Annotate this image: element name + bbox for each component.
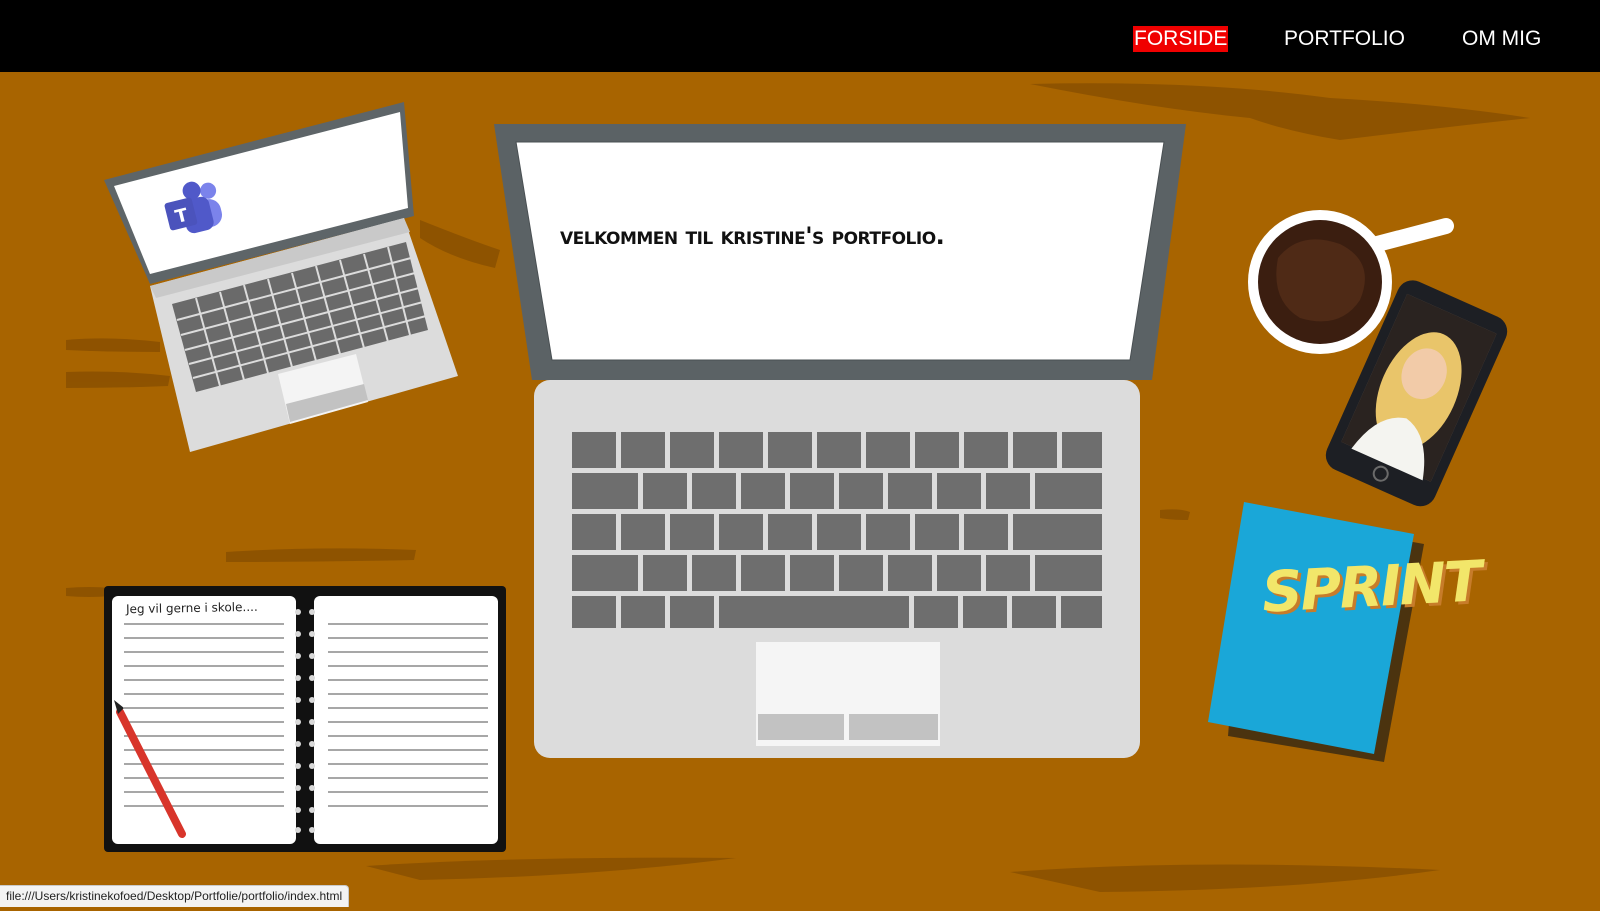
notebook xyxy=(104,586,506,852)
keyboard xyxy=(572,432,1102,628)
welcome-heading: Velkommen til Kristine's portfolio. xyxy=(560,222,945,250)
top-navigation: FORSIDE PORTFOLIO OM MIG xyxy=(0,0,1600,72)
nav-om-mig[interactable]: OM MIG xyxy=(1462,26,1541,52)
small-laptop xyxy=(104,102,458,452)
notebook-handwriting: Jeg vil gerne i skole.... xyxy=(125,599,258,617)
nav-forside[interactable]: FORSIDE xyxy=(1133,26,1229,52)
desk-scene: T velkommen til kristine's portfolio. Je… xyxy=(0,0,1600,906)
book-title: SPRINT xyxy=(1260,549,1482,626)
sprint-book xyxy=(1208,502,1424,762)
nav-portfolio[interactable]: PORTFOLIO xyxy=(1284,26,1405,52)
main-laptop xyxy=(494,124,1186,758)
status-bar-url: file:///Users/kristinekofoed/Desktop/Por… xyxy=(0,885,350,907)
desk-illustration: T xyxy=(66,83,1530,892)
phone-photo xyxy=(1374,330,1376,332)
